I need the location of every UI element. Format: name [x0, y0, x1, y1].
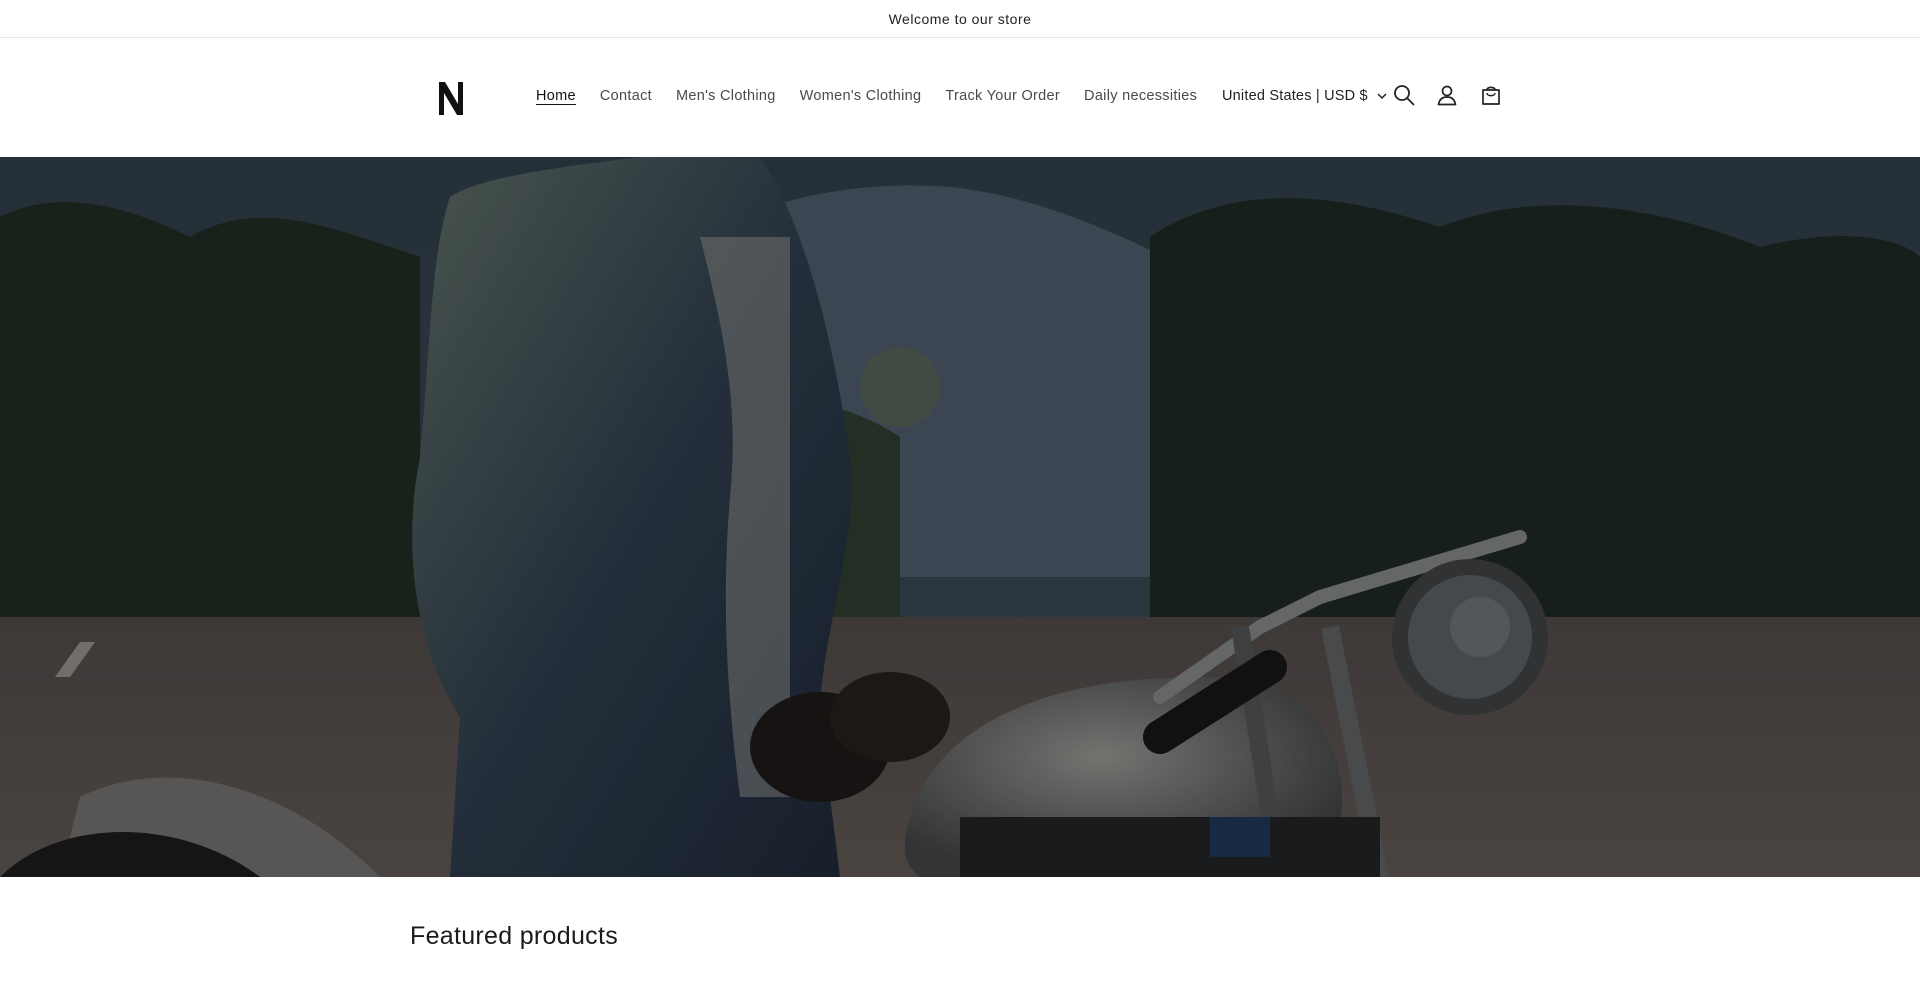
announcement-text: Welcome to our store — [888, 10, 1032, 27]
logo-n-icon — [439, 82, 463, 115]
search-button[interactable] — [1391, 82, 1417, 108]
chevron-down-icon — [1377, 93, 1387, 100]
main-nav: Home Contact Men's Clothing Women's Clot… — [536, 84, 1221, 108]
search-icon — [1394, 85, 1415, 106]
nav-womens-clothing[interactable]: Women's Clothing — [800, 88, 922, 104]
account-button[interactable] — [1434, 82, 1460, 108]
store-logo[interactable] — [436, 80, 466, 116]
site-header: Home Contact Men's Clothing Women's Clot… — [0, 38, 1920, 156]
hero-banner[interactable] — [0, 157, 1920, 877]
nav-mens-clothing[interactable]: Men's Clothing — [676, 88, 776, 104]
hero-image — [0, 157, 1920, 877]
announcement-bar: Welcome to our store — [0, 0, 1920, 38]
account-icon — [1437, 85, 1457, 106]
nav-contact[interactable]: Contact — [600, 88, 652, 104]
currency-label: United States | USD $ — [1222, 88, 1368, 104]
cart-icon — [1482, 86, 1500, 105]
nav-track-order[interactable]: Track Your Order — [945, 88, 1060, 104]
country-currency-selector[interactable]: United States | USD $ — [1222, 84, 1388, 108]
featured-products-heading: Featured products — [410, 922, 618, 950]
nav-daily-necessities[interactable]: Daily necessities — [1084, 88, 1197, 104]
nav-home[interactable]: Home — [536, 88, 576, 104]
cart-button[interactable] — [1478, 82, 1504, 108]
